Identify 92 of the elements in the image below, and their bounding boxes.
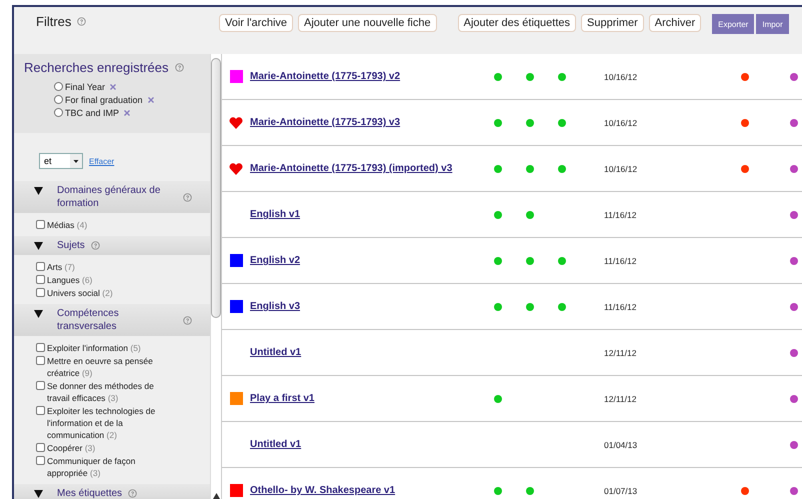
remove-icon[interactable] <box>110 84 116 90</box>
clear-link[interactable]: Effacer <box>89 156 114 166</box>
date-text: 11/16/12 <box>604 256 638 266</box>
document-title-link[interactable]: Untitled v1 <box>250 347 482 358</box>
date-text: 10/16/12 <box>604 164 638 174</box>
date-text: 10/16/12 <box>604 72 638 82</box>
checkbox[interactable] <box>36 275 45 284</box>
document-title-link[interactable]: Play a first v1 <box>250 393 482 404</box>
filter-group-header[interactable]: Compétences transversales <box>14 304 210 336</box>
document-title-link[interactable]: English v1 <box>250 209 482 220</box>
filter-group-header[interactable]: Sujets <box>14 236 210 255</box>
toolbar-button[interactable]: Impor <box>756 14 789 34</box>
date-text: 01/07/13 <box>604 486 638 496</box>
document-title-link[interactable]: Othello- by W. Shakespeare v1 <box>250 485 482 496</box>
scroll-up-arrow-icon[interactable] <box>212 493 220 499</box>
date-text: 01/04/13 <box>604 440 638 450</box>
document-row[interactable]: English v3 11/16/12 <box>222 284 802 330</box>
checkbox[interactable] <box>36 456 45 465</box>
date-text: 12/11/12 <box>604 394 638 404</box>
filter-group-header[interactable]: Domaines généraux de formation <box>14 181 210 213</box>
help-icon[interactable] <box>77 17 86 26</box>
toolbar-button[interactable]: Ajouter des étiquettes <box>458 14 576 32</box>
caret-icon <box>34 242 43 250</box>
document-title-link[interactable]: Marie-Antoinette (1775-1793) v2 <box>250 71 482 82</box>
radio-button[interactable] <box>54 108 63 117</box>
saved-search-label[interactable]: TBC and IMP <box>65 108 120 118</box>
help-icon[interactable] <box>174 63 184 72</box>
remove-icon[interactable] <box>124 110 130 116</box>
document-title-link[interactable]: English v3 <box>250 301 482 312</box>
dropdown-caret-icon <box>70 154 82 168</box>
filter-option-label[interactable]: Exploiter l'information (5) <box>47 342 171 354</box>
filter-option-label[interactable]: Mettre en oeuvre sa pensée créatrice (9) <box>47 355 171 379</box>
filters-title: Filtres <box>36 14 72 29</box>
toolbar-button[interactable]: Ajouter une nouvelle fiche <box>298 14 437 32</box>
filter-group-title: Domaines généraux de formation <box>57 184 162 210</box>
filter-group-title: Compétences transversales <box>57 307 120 333</box>
filter-option-label[interactable]: Univers social (2) <box>47 287 171 299</box>
document-row[interactable]: Marie-Antoinette (1775-1793) v2 10/16/12 <box>222 54 802 100</box>
filter-option-label[interactable]: Exploiter les technologies de l'information et de la communication (2) <box>47 405 171 441</box>
caret-icon <box>34 310 43 318</box>
checkbox[interactable] <box>36 288 45 297</box>
filter-option-label[interactable]: Coopérer (3) <box>47 442 171 454</box>
date-text: 12/11/12 <box>604 348 638 358</box>
filter-option-label[interactable]: Médias (4) <box>47 219 171 231</box>
toolbar-button[interactable]: Supprimer <box>581 14 644 32</box>
document-title-link[interactable]: English v2 <box>250 255 482 266</box>
checkbox[interactable] <box>36 443 45 452</box>
date-text: 11/16/12 <box>604 302 638 312</box>
document-row[interactable]: Marie-Antoinette (1775-1793) (imported) v3 10/16/12 <box>222 146 802 192</box>
operator-select[interactable]: et <box>39 153 83 169</box>
caret-icon <box>34 187 43 195</box>
checkbox[interactable] <box>36 406 45 415</box>
date-text: 10/16/12 <box>604 118 638 128</box>
scrollbar[interactable] <box>210 54 222 499</box>
saved-searches-title: Recherches enregistrées <box>24 60 169 75</box>
remove-icon[interactable] <box>148 96 154 102</box>
filter-group-title: Sujets <box>57 239 85 252</box>
checkbox[interactable] <box>36 220 45 229</box>
document-title-link[interactable]: Marie-Antoinette (1775-1793) (imported) v3 <box>250 163 482 174</box>
saved-search-label[interactable]: For final graduation <box>65 94 143 104</box>
toolbar-button[interactable]: Archiver <box>648 14 702 32</box>
checkbox[interactable] <box>36 262 45 271</box>
filter-option-label[interactable]: Se donner des méthodes de travail efficaces (3) <box>47 380 171 404</box>
caret-icon <box>34 490 43 498</box>
document-row[interactable]: Othello- by W. Shakespeare v1 01/07/13 <box>222 468 802 499</box>
help-icon[interactable] <box>183 192 192 202</box>
toolbar-button[interactable]: Exporter <box>712 14 754 34</box>
date-text: 11/16/12 <box>604 210 638 220</box>
help-icon[interactable] <box>90 241 100 250</box>
filter-option-label[interactable]: Communiquer de façon appropriée (3) <box>47 455 171 479</box>
radio-button[interactable] <box>54 95 63 104</box>
filter-option-label[interactable]: Langues (6) <box>47 274 171 286</box>
checkbox[interactable] <box>36 343 45 352</box>
document-title-link[interactable]: Marie-Antoinette (1775-1793) v3 <box>250 117 482 128</box>
checkbox[interactable] <box>36 356 45 365</box>
scrollbar-thumb[interactable] <box>211 58 221 318</box>
document-row[interactable]: English v2 11/16/12 <box>222 238 802 284</box>
checkbox[interactable] <box>36 381 45 390</box>
document-row[interactable]: English v1 11/16/12 <box>222 192 802 238</box>
help-icon[interactable] <box>183 316 192 324</box>
document-row[interactable]: Untitled v1 01/04/13 <box>222 422 802 468</box>
filter-option-label[interactable]: Arts (7) <box>47 261 171 273</box>
radio-button[interactable] <box>54 82 63 91</box>
toolbar-button[interactable]: Voir l'archive <box>219 14 294 32</box>
saved-search-label[interactable]: Final Year <box>65 82 106 92</box>
help-icon[interactable] <box>128 489 138 498</box>
filter-group-header[interactable]: Mes étiquettes <box>14 484 210 499</box>
document-row[interactable]: Marie-Antoinette (1775-1793) v3 10/16/12 <box>222 100 802 146</box>
document-row[interactable]: Untitled v1 12/11/12 <box>222 330 802 376</box>
document-row[interactable]: Play a first v1 12/11/12 <box>222 376 802 422</box>
document-title-link[interactable]: Untitled v1 <box>250 439 482 450</box>
filter-group-title: Mes étiquettes <box>57 487 122 499</box>
